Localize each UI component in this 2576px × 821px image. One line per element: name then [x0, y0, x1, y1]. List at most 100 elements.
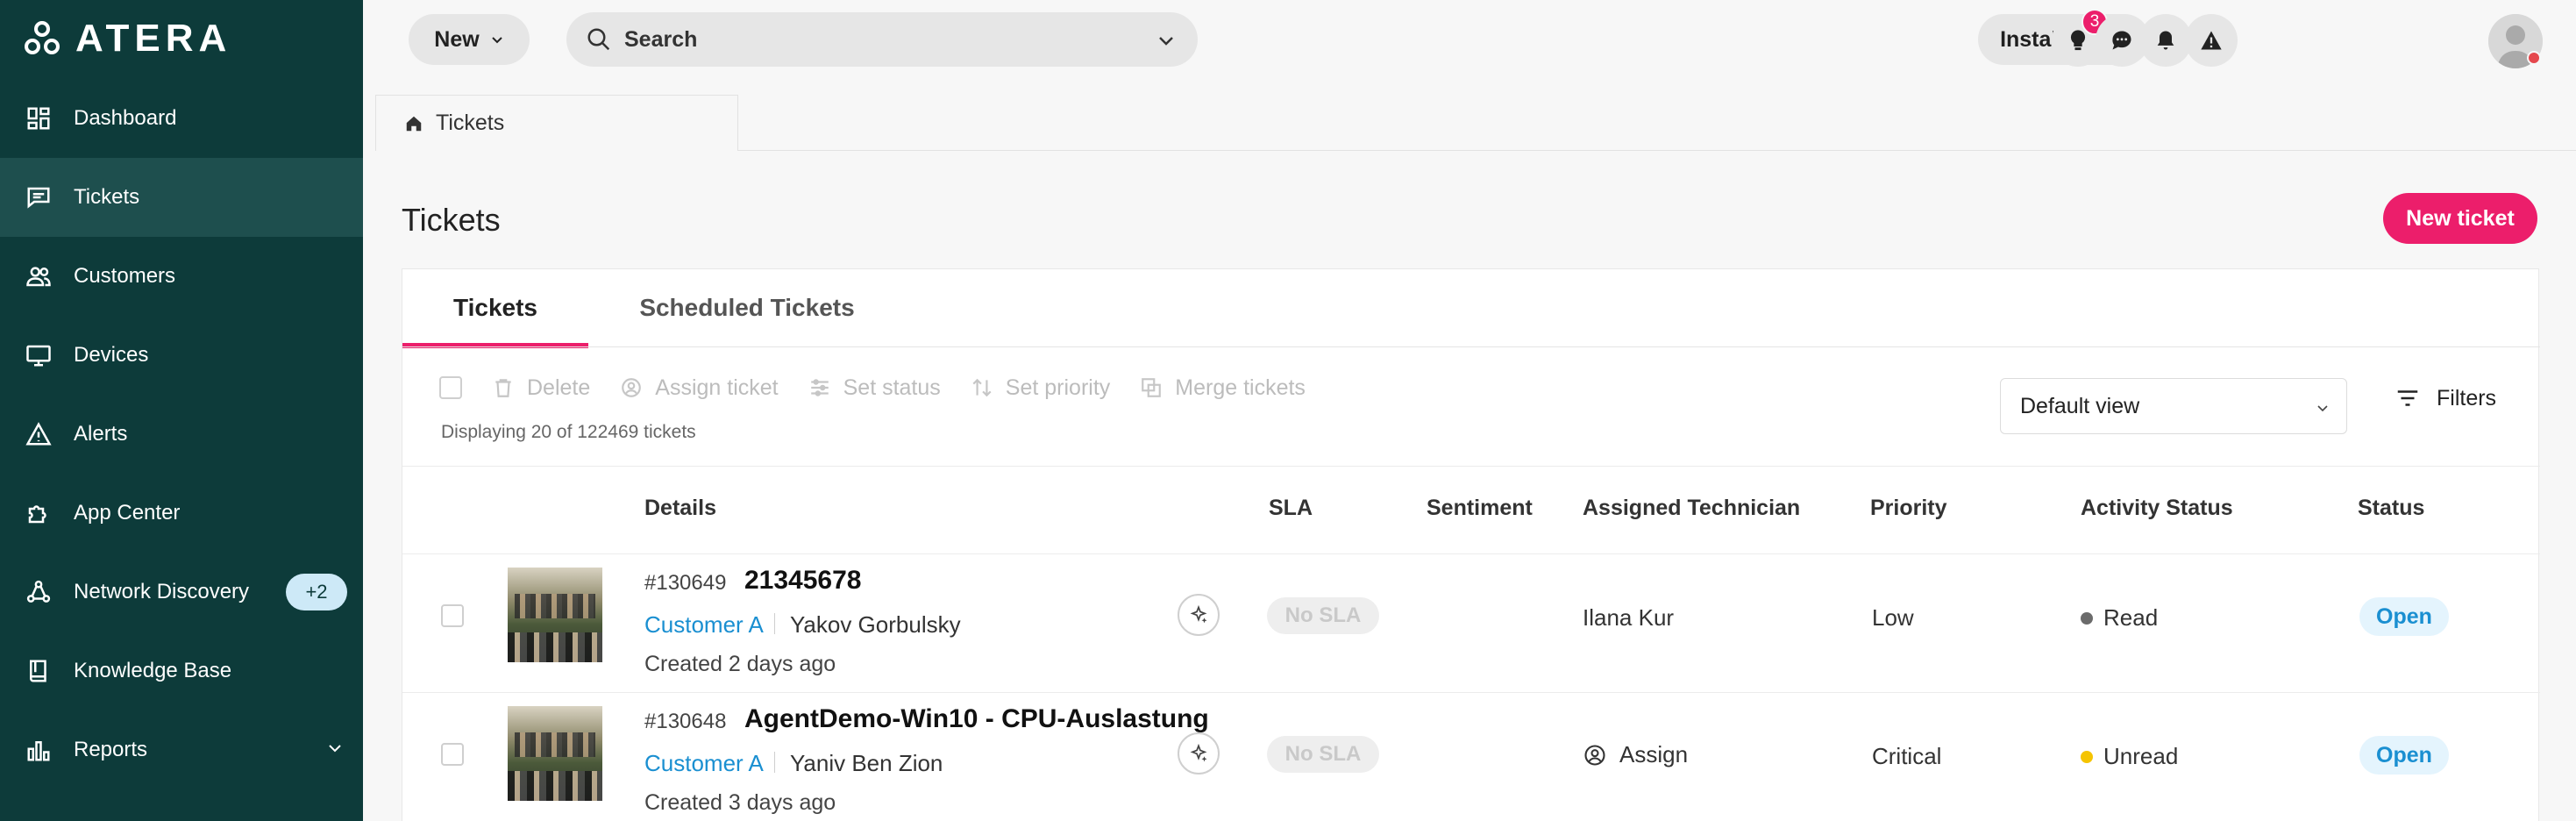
- set-status-label: Set status: [843, 375, 941, 400]
- sidebar-item-label: Devices: [74, 343, 149, 367]
- column-header-activity-status[interactable]: Activity Status: [2081, 496, 2233, 521]
- breadcrumb[interactable]: Tickets: [375, 95, 738, 151]
- ticket-title[interactable]: AgentDemo-Win10 - CPU-Auslastung: [744, 704, 1209, 734]
- sidebar-item-label: Network Discovery: [74, 580, 250, 603]
- sidebar-item-label: Knowledge Base: [74, 659, 232, 682]
- column-header-sentiment[interactable]: Sentiment: [1427, 496, 1533, 521]
- chevron-down-icon: [2317, 405, 2328, 412]
- sidebar-item-devices[interactable]: Devices: [0, 316, 363, 395]
- breadcrumb-label: Tickets: [436, 111, 505, 135]
- filters-button[interactable]: Filters: [2395, 385, 2496, 411]
- activity-status: Unread: [2081, 743, 2178, 770]
- tab-scheduled-tickets[interactable]: Scheduled Tickets: [625, 269, 869, 346]
- activity-status-label: Read: [2103, 604, 2159, 631]
- table-row[interactable]: #130648 AgentDemo-Win10 - CPU-Auslastung…: [402, 692, 2540, 821]
- chevron-down-icon[interactable]: [326, 739, 344, 757]
- ai-summary-button[interactable]: [1178, 594, 1220, 636]
- assign-technician-button[interactable]: Assign: [1583, 741, 1688, 768]
- ticket-id: #130649: [644, 571, 727, 595]
- delete-label: Delete: [527, 375, 591, 400]
- sidebar-item-label: Tickets: [74, 185, 140, 209]
- contact-name: Yakov Gorbulsky: [790, 611, 961, 638]
- assign-label: Assign: [1619, 741, 1689, 767]
- divider: [402, 466, 2540, 467]
- sort-arrows-icon: [972, 378, 992, 397]
- page-title: Tickets: [402, 202, 501, 238]
- sidebar-item-network-discovery[interactable]: Network Discovery +2: [0, 553, 363, 632]
- column-header-priority[interactable]: Priority: [1870, 496, 1947, 521]
- created-time: Created 3 days ago: [644, 790, 836, 815]
- sliders-icon: [810, 379, 829, 396]
- dashboard-icon: [25, 104, 53, 132]
- home-icon: [406, 116, 422, 131]
- customer-thumbnail: [508, 706, 602, 801]
- presence-status-dot: [2527, 51, 2541, 65]
- bulk-actions-toolbar: Delete Assign ticket Set status Set prio…: [439, 366, 1306, 410]
- sidebar-item-knowledge-base[interactable]: Knowledge Base: [0, 632, 363, 710]
- search-input[interactable]: Search: [566, 12, 1198, 67]
- table-row[interactable]: #130649 21345678 Customer A Yakov Gorbul…: [402, 553, 2540, 692]
- bell-icon: [2157, 31, 2174, 50]
- row-checkbox[interactable]: [441, 743, 464, 766]
- new-button[interactable]: New: [409, 14, 530, 65]
- chat-icon: [2112, 31, 2131, 50]
- column-header-sla[interactable]: SLA: [1269, 496, 1313, 521]
- sparkle-icon: [1190, 604, 1207, 624]
- sidebar-item-alerts[interactable]: Alerts: [0, 395, 363, 474]
- status-badge[interactable]: Open: [2359, 597, 2449, 636]
- sidebar-item-label: App Center: [74, 501, 181, 525]
- filter-icon: [2397, 390, 2418, 406]
- sidebar-item-reports[interactable]: Reports: [0, 710, 363, 789]
- contact-name: Yaniv Ben Zion: [790, 750, 943, 776]
- ai-summary-button[interactable]: [1178, 732, 1220, 775]
- separator: [774, 613, 775, 634]
- delete-button[interactable]: Delete: [492, 375, 590, 401]
- logo[interactable]: ATERA: [25, 17, 231, 60]
- sla-badge: No SLA: [1267, 736, 1379, 773]
- ticket-title[interactable]: 21345678: [744, 566, 861, 596]
- tab-tickets[interactable]: Tickets: [402, 269, 588, 348]
- row-checkbox[interactable]: [441, 604, 464, 627]
- column-header-assigned-technician[interactable]: Assigned Technician: [1583, 496, 1800, 521]
- created-time: Created 2 days ago: [644, 652, 836, 676]
- customer-thumbnail: [508, 568, 602, 662]
- status-badge[interactable]: Open: [2359, 736, 2449, 775]
- atera-logo-icon: [25, 21, 60, 54]
- sidebar-item-label: Alerts: [74, 422, 128, 446]
- chevron-down-icon[interactable]: [1156, 30, 1177, 51]
- network-discovery-badge: +2: [286, 574, 347, 610]
- priority: Critical: [1872, 743, 1942, 769]
- knowledge-base-icon: [25, 657, 53, 685]
- assign-ticket-button[interactable]: Assign ticket: [620, 375, 779, 401]
- reports-icon: [25, 736, 53, 764]
- notifications-button[interactable]: [2139, 14, 2192, 67]
- set-priority-button[interactable]: Set priority: [971, 375, 1110, 401]
- sidebar-item-app-center[interactable]: App Center: [0, 474, 363, 553]
- customer-link[interactable]: Customer A: [644, 611, 764, 639]
- select-all-checkbox[interactable]: [439, 376, 462, 399]
- view-select[interactable]: Default view: [2000, 378, 2347, 434]
- sidebar-item-dashboard[interactable]: Dashboard: [0, 79, 363, 158]
- sidebar-item-label: Reports: [74, 738, 148, 761]
- set-status-button[interactable]: Set status: [808, 375, 941, 401]
- new-button-label: New: [434, 26, 480, 52]
- sidebar-item-tickets[interactable]: Tickets: [0, 158, 363, 237]
- activity-dot: [2081, 611, 2093, 625]
- alerts-button[interactable]: [2185, 14, 2238, 67]
- sidebar-item-label: Dashboard: [74, 106, 177, 130]
- logo-text: ATERA: [75, 17, 232, 60]
- customer-link[interactable]: Customer A: [644, 750, 764, 777]
- sidebar-item-customers[interactable]: Customers: [0, 237, 363, 316]
- filters-label: Filters: [2437, 385, 2497, 410]
- column-header-status[interactable]: Status: [2358, 496, 2424, 521]
- search-placeholder: Search: [624, 26, 698, 52]
- column-header-details[interactable]: Details: [644, 496, 716, 521]
- merge-tickets-label: Merge tickets: [1175, 375, 1306, 400]
- assigned-technician[interactable]: Ilana Kur: [1583, 604, 1674, 632]
- merge-tickets-button[interactable]: Merge tickets: [1140, 375, 1306, 401]
- trash-icon: [495, 379, 511, 397]
- new-ticket-button[interactable]: New ticket: [2383, 193, 2537, 244]
- chevron-down-icon: [491, 37, 502, 44]
- separator: [774, 752, 775, 773]
- tickets-icon: [25, 183, 53, 211]
